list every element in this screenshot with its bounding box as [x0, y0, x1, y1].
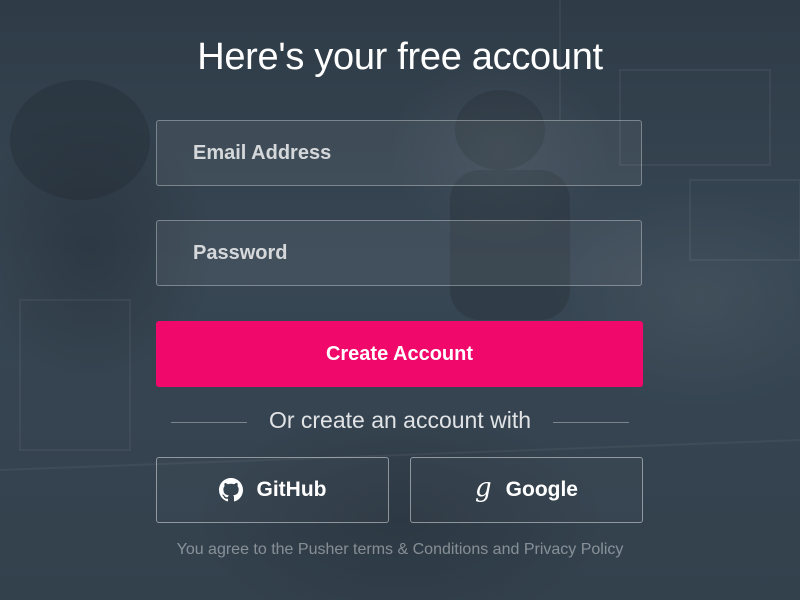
divider-line-left: [171, 422, 247, 423]
terms-link[interactable]: terms & Conditions: [353, 541, 488, 558]
github-label: GitHub: [256, 478, 327, 501]
privacy-policy-link[interactable]: Privacy Policy: [524, 541, 624, 558]
terms-notice: You agree to the Pusher terms & Conditio…: [0, 541, 800, 559]
background-scene: [0, 0, 800, 471]
google-signup-button[interactable]: g Google: [410, 457, 643, 523]
create-account-button[interactable]: Create Account: [156, 321, 643, 387]
google-g-icon: g: [475, 473, 492, 503]
email-field[interactable]: [156, 120, 642, 186]
github-signup-button[interactable]: GitHub: [156, 457, 389, 523]
terms-conjunction: and: [488, 541, 524, 558]
password-field[interactable]: [156, 220, 642, 286]
terms-prefix: You agree to the Pusher: [176, 541, 354, 558]
github-icon: [218, 478, 243, 502]
divider-text: Or create an account with: [268, 407, 532, 433]
google-label: Google: [505, 478, 578, 501]
divider-line-right: [553, 422, 629, 423]
background-photo: [0, 0, 800, 600]
page-title: Here's your free account: [197, 36, 603, 78]
